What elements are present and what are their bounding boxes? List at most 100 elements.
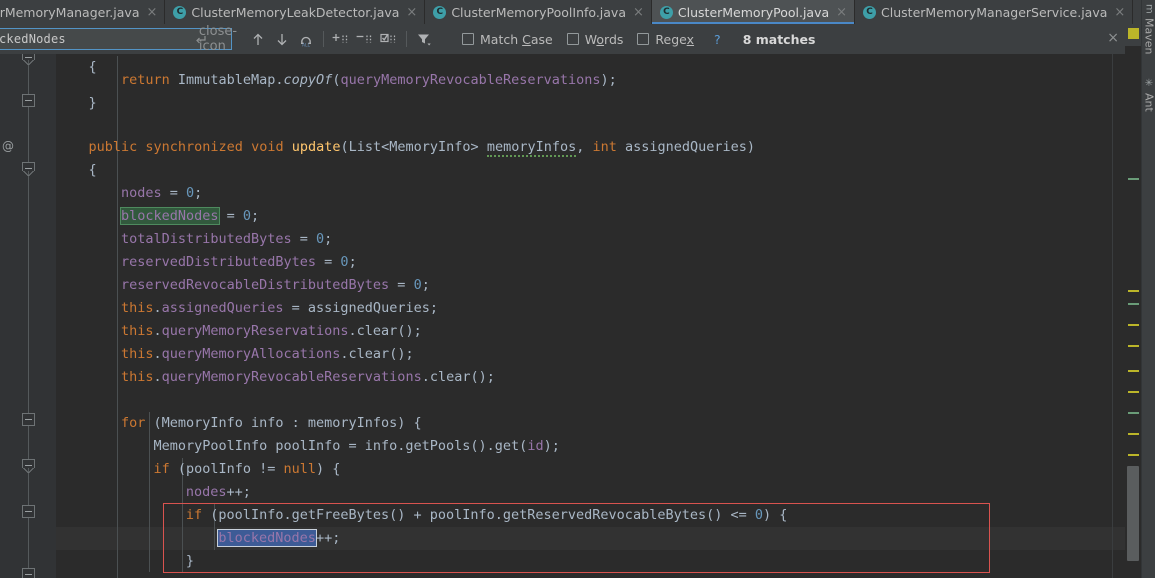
close-find-toolbar-icon[interactable]: ×	[1107, 30, 1119, 46]
regex-help-link[interactable]: ?	[714, 32, 721, 47]
editor-tab-cluster-memory-manager[interactable]: erMemoryManager.java ×	[0, 0, 165, 24]
checkbox[interactable]	[637, 33, 649, 45]
code-token: return	[121, 72, 170, 88]
code-token: nodes	[186, 484, 227, 500]
clear-search-icon[interactable]: close-icon	[209, 30, 227, 48]
code-token: .clear();	[422, 369, 495, 385]
search-field-wrapper[interactable]: close-icon	[0, 28, 232, 50]
close-icon[interactable]: ×	[146, 6, 157, 19]
filter-icon[interactable]	[412, 27, 436, 51]
close-icon[interactable]: ×	[633, 6, 644, 19]
code-token: this	[121, 323, 154, 339]
code-token: assignedQueries)	[617, 139, 755, 155]
add-selection-button[interactable]	[329, 27, 353, 51]
code-token: ;	[251, 208, 259, 224]
warning-marker[interactable]	[1128, 345, 1139, 347]
code-token: nodes	[121, 185, 162, 201]
marker-track[interactable]	[1125, 46, 1141, 578]
find-previous-button[interactable]	[246, 27, 270, 51]
override-method-icon[interactable]: @	[2, 139, 14, 153]
select-all-occurrences-icon[interactable]: ALL	[294, 27, 318, 51]
search-match-marker[interactable]	[1128, 412, 1139, 414]
code-token: (poolInfo.getFreeBytes() + poolInfo.getR…	[202, 507, 755, 523]
warning-marker[interactable]	[1128, 324, 1139, 326]
inspection-status-icon[interactable]	[1128, 28, 1139, 39]
code-token: =	[162, 185, 186, 201]
code-line: reservedRevocableDistributedBytes = 0;	[121, 274, 430, 297]
svg-text:ALL: ALL	[302, 42, 310, 47]
fold-marker-icon[interactable]	[22, 94, 35, 107]
code-token: ) {	[763, 507, 787, 523]
editor-marker-bar[interactable]	[1125, 24, 1141, 578]
search-match: blockedNodes	[121, 208, 219, 224]
class-icon: C	[863, 6, 876, 19]
tool-window-ant[interactable]: ✳ Ant	[1142, 78, 1155, 112]
editor-tab-cluster-memory-manager-service[interactable]: C ClusterMemoryManagerService.java ×	[855, 0, 1133, 24]
fold-marker-icon[interactable]	[22, 459, 35, 468]
checkbox[interactable]	[462, 33, 474, 45]
code-line: this.queryMemoryRevocableReservations.cl…	[121, 366, 495, 389]
warning-marker[interactable]	[1128, 370, 1139, 372]
code-line: MemoryPoolInfo poolInfo = info.getPools(…	[153, 435, 559, 458]
tab-label: ClusterMemoryManagerService.java	[881, 5, 1107, 20]
select-all-button[interactable]	[377, 27, 401, 51]
caret-line-highlight	[56, 527, 1125, 550]
fold-marker-icon[interactable]	[22, 568, 35, 578]
warning-marker[interactable]	[1128, 454, 1139, 456]
editor-gutter[interactable]: @	[0, 54, 56, 578]
checkbox[interactable]	[567, 33, 579, 45]
code-line: blockedNodes++;	[218, 527, 340, 550]
code-token: 0	[243, 208, 251, 224]
match-case-option[interactable]: Match Case	[462, 32, 553, 47]
code-token: this	[121, 346, 154, 362]
regex-label: Regex	[655, 32, 694, 47]
code-editor[interactable]: @ {return ImmutableMap.copyOf(queryMemor…	[0, 54, 1125, 578]
close-icon[interactable]: ×	[1114, 6, 1125, 19]
vertical-scrollbar-thumb[interactable]	[1127, 466, 1139, 561]
fold-marker-icon[interactable]	[22, 54, 35, 60]
close-icon[interactable]: ×	[406, 6, 417, 19]
code-token: queryMemoryRevocableReservations	[340, 72, 600, 88]
code-token: for	[121, 415, 145, 431]
code-line: }	[88, 92, 96, 115]
code-token: .clear();	[349, 323, 422, 339]
warning-marker[interactable]	[1128, 433, 1139, 435]
editor-tab-cluster-memory-pool-info[interactable]: C ClusterMemoryPoolInfo.java ×	[425, 0, 652, 24]
code-token: synchronized	[145, 139, 243, 155]
tool-window-maven[interactable]: m Maven	[1142, 4, 1155, 54]
remove-selection-button[interactable]	[353, 27, 377, 51]
code-token: ,	[576, 139, 592, 155]
code-token: .	[153, 346, 161, 362]
code-line: nodes++;	[186, 481, 251, 504]
code-token: =	[219, 208, 243, 224]
code-line: for (MemoryInfo info : memoryInfos) {	[121, 412, 422, 435]
code-content[interactable]: {return ImmutableMap.copyOf(queryMemoryR…	[56, 54, 1125, 578]
code-token: }	[186, 553, 194, 569]
close-icon[interactable]: ×	[836, 6, 847, 19]
code-token: reservedRevocableDistributedBytes	[121, 277, 389, 293]
fold-marker-icon[interactable]	[22, 505, 35, 518]
code-token: MemoryPoolInfo poolInfo = info.getPools(…	[153, 438, 527, 454]
search-input[interactable]	[0, 32, 191, 46]
code-token: (List<MemoryInfo>	[341, 139, 487, 155]
words-option[interactable]: Words	[567, 32, 624, 47]
regex-option[interactable]: Regex	[637, 32, 694, 47]
fold-marker-icon[interactable]	[22, 162, 35, 171]
code-line: blockedNodes = 0;	[121, 205, 259, 228]
ant-icon: ✳	[1144, 78, 1155, 89]
warning-marker[interactable]	[1128, 391, 1139, 393]
code-token: .	[153, 300, 161, 316]
search-match-marker[interactable]	[1128, 303, 1139, 305]
code-token	[284, 139, 292, 155]
code-line: if (poolInfo.getFreeBytes() + poolInfo.g…	[186, 504, 787, 527]
editor-tab-cluster-memory-leak-detector[interactable]: C ClusterMemoryLeakDetector.java ×	[165, 0, 425, 24]
editor-tab-cluster-memory-pool[interactable]: C ClusterMemoryPool.java ×	[652, 0, 855, 24]
editor-tab-bar: erMemoryManager.java × C ClusterMemoryLe…	[0, 0, 1155, 24]
find-next-button[interactable]	[270, 27, 294, 51]
code-token: = assignedQueries;	[284, 300, 438, 316]
code-token: 0	[414, 277, 422, 293]
code-token: );	[544, 438, 560, 454]
fold-marker-icon[interactable]	[22, 413, 35, 426]
warning-marker[interactable]	[1128, 290, 1139, 292]
search-match-marker[interactable]	[1128, 178, 1139, 180]
